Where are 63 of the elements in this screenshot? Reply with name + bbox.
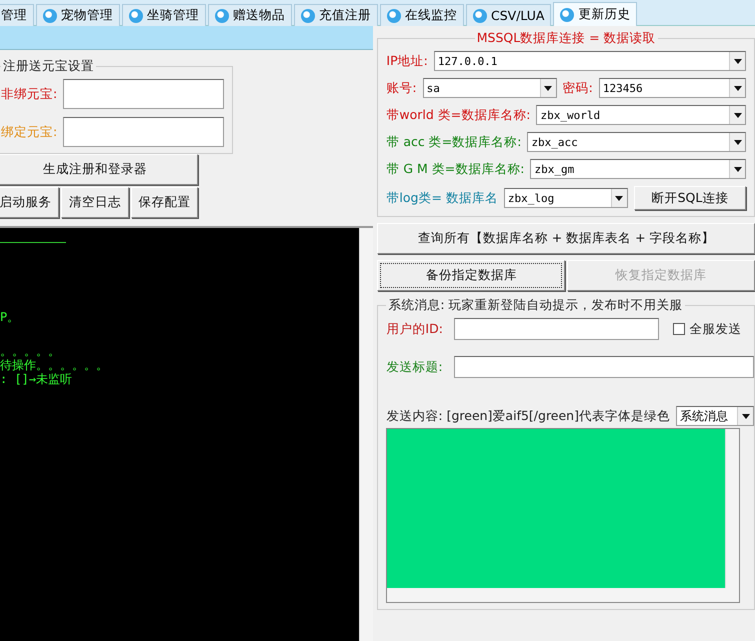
tab[interactable]: 在线监控 — [380, 4, 464, 26]
scrollbar[interactable] — [359, 228, 374, 641]
input-field[interactable] — [454, 318, 660, 340]
tab-icon — [473, 8, 487, 22]
field-label: 带log类= 数据库名 — [386, 190, 498, 206]
disconnect-button[interactable]: 断开SQL连接 — [634, 186, 746, 210]
field-label: 发送内容: [green]爱aif5[/green]代表字体是绿色 — [386, 408, 670, 424]
group-title: 系统消息: 玩家重新登陆自动提示，发布时不用关服 — [387, 297, 684, 314]
query-button[interactable]: 查询所有【数据库名称 + 数据库表名 + 字段名称】 — [377, 223, 755, 254]
action-button[interactable]: 保存配置 — [130, 187, 198, 218]
dropdown-caret-icon[interactable] — [729, 160, 745, 178]
tab[interactable]: 充值注册 — [294, 4, 378, 26]
field-label: 非绑元宝: — [1, 86, 58, 102]
dropdown-field[interactable]: zbx_gm — [530, 159, 746, 179]
field-label: 账号: — [386, 80, 417, 96]
tab-icon — [301, 8, 315, 22]
tab-icon — [215, 8, 229, 22]
dropdown-caret-icon[interactable] — [737, 407, 753, 425]
dropdown-field[interactable]: zbx_log — [504, 188, 628, 208]
dropdown-caret-icon[interactable] — [729, 52, 745, 70]
dropdown-caret-icon[interactable] — [729, 106, 745, 124]
field-label: 带 acc 类=数据库名称: — [386, 134, 522, 150]
broadcast-checkbox[interactable]: 全服发送 — [673, 320, 742, 338]
tab[interactable]: CSV/LUA — [466, 4, 552, 26]
tab-icon — [560, 8, 574, 22]
dropdown-field[interactable]: 系统消息 — [676, 406, 754, 426]
field-label: 密码: — [562, 80, 593, 96]
field-label: 带 G M 类=数据库名称: — [386, 160, 524, 178]
action-button[interactable]: 清空日志 — [61, 187, 129, 218]
log-line: 。。。。。 — [0, 345, 61, 357]
field-label: IP地址: — [386, 52, 428, 70]
tab-icon — [387, 8, 401, 22]
log-line: 待操作。。。。。。 — [0, 359, 109, 371]
log-line: P。 — [0, 311, 20, 323]
tab-icon — [129, 8, 143, 22]
generate-button[interactable]: 生成注册和登录器 — [0, 154, 198, 185]
tab[interactable]: 坐骑管理 — [122, 4, 206, 26]
dropdown-field[interactable]: zbx_world — [536, 105, 746, 125]
dropdown-caret-icon[interactable] — [610, 189, 627, 207]
tab[interactable]: 管理 — [0, 4, 34, 26]
action-button[interactable]: 启动服务 — [0, 187, 60, 218]
dropdown-caret-icon[interactable] — [540, 79, 556, 97]
group-title: MSSQL数据库连接 = 数据读取 — [476, 30, 657, 47]
dropdown-caret-icon[interactable] — [729, 133, 745, 151]
field-label: 用户的ID: — [386, 320, 444, 338]
dropdown-field[interactable]: 123456 — [598, 78, 746, 98]
tab[interactable]: 宠物管理 — [36, 4, 120, 26]
tab-icon — [43, 8, 57, 22]
field-label: 绑定元宝: — [1, 124, 58, 140]
database-button[interactable]: 备份指定数据库 — [377, 260, 566, 291]
group-title: 注册送元宝设置 — [2, 58, 95, 75]
dropdown-field[interactable]: 127.0.0.1 — [434, 51, 746, 71]
tab[interactable]: 赠送物品 — [208, 4, 292, 26]
field-label: 发送标题: — [386, 358, 444, 376]
tab[interactable]: 更新历史 — [553, 2, 638, 26]
field-label: 带world 类=数据库名称: — [386, 106, 530, 124]
dropdown-caret-icon[interactable] — [729, 79, 745, 97]
input-field[interactable] — [63, 79, 224, 109]
input-field[interactable] — [454, 356, 754, 378]
dropdown-field[interactable]: zbx_acc — [527, 132, 746, 152]
input-field[interactable] — [63, 117, 224, 147]
log-line: : []→未监听 — [0, 373, 74, 385]
dropdown-field[interactable]: sa — [422, 78, 557, 98]
